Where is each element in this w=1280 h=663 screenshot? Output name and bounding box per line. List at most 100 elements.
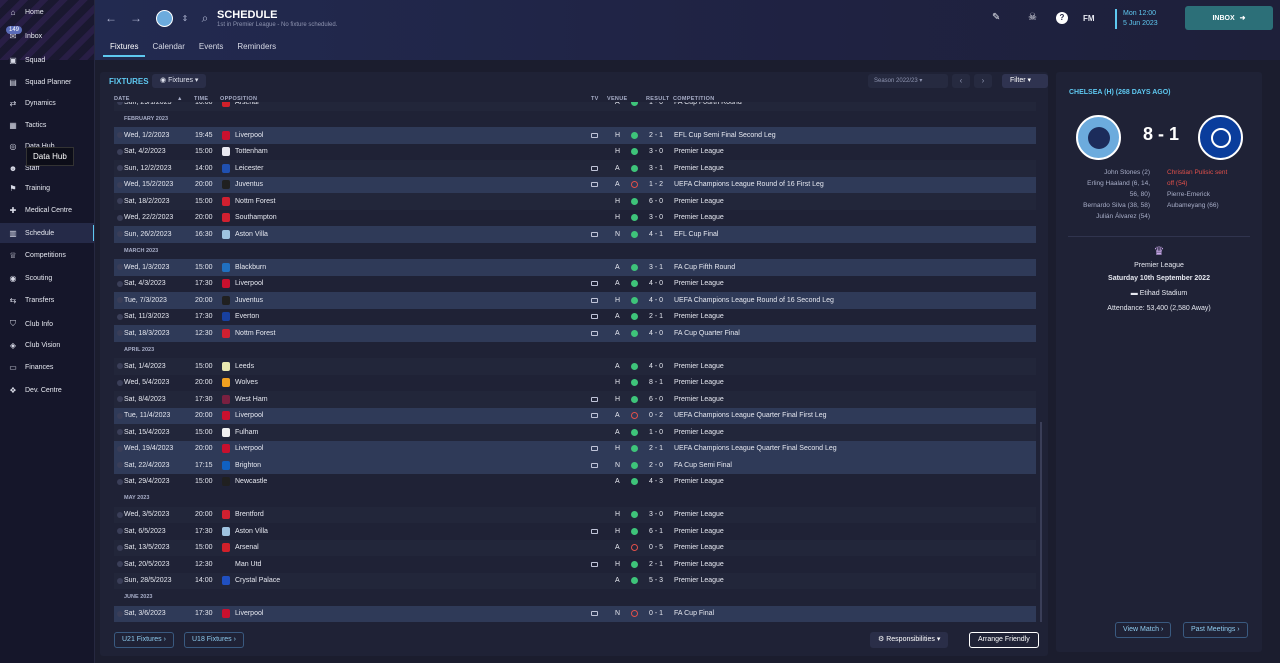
fixture-result[interactable]: 0 - 5 [649,544,663,551]
select-checkbox[interactable] [117,412,123,419]
sidebar-item-dev-centre[interactable]: ❖ Dev. Centre [0,380,94,400]
fixture-result[interactable]: 0 - 2 [649,412,663,419]
select-checkbox[interactable] [117,297,123,304]
fixture-result[interactable]: 4 - 1 [649,231,663,238]
select-checkbox[interactable] [117,264,123,271]
select-checkbox[interactable] [117,313,123,320]
select-checkbox[interactable] [117,330,123,337]
season-dropdown[interactable]: Season 2022/23 ▾ [868,74,948,88]
fixture-row[interactable]: Sat, 15/4/2023 15:00 Fulham A 1 - 0 Premier L… [114,424,1036,441]
skull-icon[interactable]: ☠ [1028,12,1037,23]
fixture-row[interactable]: Wed, 3/5/2023 20:00 Brentford H 3 - 0 Premier… [114,506,1036,523]
fixture-result[interactable]: 2 - 1 [649,313,663,320]
tab-events[interactable]: Events [192,41,230,57]
view-match-button[interactable]: View Match › [1115,622,1172,638]
opposition-name[interactable]: Aston Villa [235,528,268,535]
fixture-row[interactable]: Wed, 15/2/2023 20:00 Juventus A 1 - 2 UEFA Ch… [114,176,1036,193]
select-checkbox[interactable] [117,379,123,386]
fixture-row[interactable]: Tue, 7/3/2023 20:00 Juventus H 4 - 0 UEFA Cha… [114,292,1036,309]
fixture-row[interactable]: Wed, 1/3/2023 15:00 Blackburn A 3 - 1 FA Cup … [114,259,1036,276]
scrollbar[interactable] [1040,422,1042,622]
select-checkbox[interactable] [117,231,123,238]
select-checkbox[interactable] [117,445,123,452]
sidebar-item-squad[interactable]: ▣ Squad [0,50,94,70]
fixture-row[interactable]: Tue, 11/4/2023 20:00 Liverpool A 0 - 2 UEFA C… [114,407,1036,424]
man-city-crest-icon[interactable] [1076,115,1121,160]
opposition-name[interactable]: Nottm Forest [235,198,275,205]
fixture-result[interactable]: 1 - 0 [649,102,663,106]
fixture-result[interactable]: 4 - 0 [649,297,663,304]
edit-icon[interactable]: ✎ [992,12,1000,23]
fixture-result[interactable]: 3 - 1 [649,264,663,271]
opposition-name[interactable]: Leicester [235,165,263,172]
search-icon[interactable]: ⌕ [197,10,213,26]
select-checkbox[interactable] [117,577,123,584]
opposition-name[interactable]: Liverpool [235,412,263,419]
sidebar-item-finances[interactable]: ▭ Finances [0,357,94,377]
sidebar-item-club-vision[interactable]: ◈ Club Vision [0,335,94,355]
opposition-name[interactable]: Blackburn [235,264,266,271]
opposition-name[interactable]: Tottenham [235,148,268,155]
fixture-result[interactable]: 6 - 1 [649,528,663,535]
fixture-row[interactable]: Sat, 3/6/2023 17:30 Liverpool N 0 - 1 FA Cup … [114,605,1036,622]
fixture-row[interactable]: Sat, 20/5/2023 12:30 Man Utd H 2 - 1 Premier … [114,556,1036,573]
fm-menu[interactable]: FM [1083,14,1095,23]
sidebar-item-competitions[interactable]: ♕ Competitions [0,245,94,265]
help-icon[interactable]: ? [1056,12,1068,24]
select-checkbox[interactable] [117,528,123,535]
fixture-row[interactable]: Wed, 5/4/2023 20:00 Wolves H 8 - 1 Premier Le… [114,374,1036,391]
opposition-name[interactable]: Wolves [235,379,258,386]
fixture-row[interactable]: Sat, 8/4/2023 17:30 West Ham H 6 - 0 Premier … [114,391,1036,408]
opposition-name[interactable]: Juventus [235,297,263,304]
sidebar-item-scouting[interactable]: ◉ Scouting [0,268,94,288]
switch-club-icon[interactable]: ⇕ [177,10,193,26]
opposition-name[interactable]: Fulham [235,429,258,436]
opposition-name[interactable]: Liverpool [235,132,263,139]
opposition-name[interactable]: Nottm Forest [235,330,275,337]
next-season-button[interactable]: › [974,74,992,88]
tab-reminders[interactable]: Reminders [230,41,283,57]
view-dropdown[interactable]: ◉ Fixtures ▾ [152,74,207,88]
sidebar-item-home[interactable]: ⌂ Home [0,2,94,22]
fixture-result[interactable]: 0 - 1 [649,610,663,617]
opposition-name[interactable]: Southampton [235,214,277,221]
opposition-name[interactable]: West Ham [235,396,268,403]
select-checkbox[interactable] [117,561,123,568]
select-checkbox[interactable] [117,181,123,188]
fixture-row[interactable]: Sun, 26/2/2023 16:30 Aston Villa N 4 - 1 EFL … [114,226,1036,243]
opposition-name[interactable]: Liverpool [235,280,263,287]
u21-fixtures-button[interactable]: U21 Fixtures › [114,632,174,648]
fixture-result[interactable]: 4 - 3 [649,478,663,485]
opposition-name[interactable]: Juventus [235,181,263,188]
select-checkbox[interactable] [117,165,123,172]
opposition-name[interactable]: Everton [235,313,259,320]
fixture-row[interactable]: Sun, 28/5/2023 14:00 Crystal Palace A 5 - 3 P… [114,572,1036,589]
sidebar-item-schedule[interactable]: ▥ Schedule [0,223,94,243]
fixture-result[interactable]: 3 - 0 [649,148,663,155]
select-checkbox[interactable] [117,478,123,485]
fixture-result[interactable]: 6 - 0 [649,198,663,205]
opposition-name[interactable]: Arsenal [235,102,259,106]
select-checkbox[interactable] [117,363,123,370]
opposition-name[interactable]: Leeds [235,363,254,370]
fixture-row[interactable]: Wed, 19/4/2023 20:00 Liverpool H 2 - 1 UEFA C… [114,440,1036,457]
select-checkbox[interactable] [117,511,123,518]
fixture-result[interactable]: 3 - 1 [649,165,663,172]
select-checkbox[interactable] [117,132,123,139]
sidebar-item-club-info[interactable]: ⛉ Club Info [0,314,94,334]
chelsea-crest-icon[interactable] [1198,115,1243,160]
past-meetings-button[interactable]: Past Meetings › [1183,622,1248,638]
opposition-name[interactable]: Liverpool [235,445,263,452]
fixture-result[interactable]: 4 - 0 [649,330,663,337]
fixture-row[interactable]: Sat, 4/2/2023 15:00 Tottenham H 3 - 0 Premier… [114,143,1036,160]
fixture-result[interactable]: 2 - 1 [649,132,663,139]
fixture-row[interactable]: Sat, 13/5/2023 15:00 Arsenal A 0 - 5 Premier … [114,539,1036,556]
fixture-result[interactable]: 4 - 0 [649,363,663,370]
fixture-row[interactable]: Sat, 29/4/2023 15:00 Newcastle A 4 - 3 Premie… [114,473,1036,490]
fixture-row[interactable]: Sun, 12/2/2023 14:00 Leicester A 3 - 1 Premie… [114,160,1036,177]
opposition-name[interactable]: Arsenal [235,544,259,551]
fixture-result[interactable]: 3 - 0 [649,511,663,518]
opposition-name[interactable]: Brentford [235,511,264,518]
back-icon[interactable]: ← [103,10,119,26]
fixture-row[interactable]: Wed, 1/2/2023 19:45 Liverpool H 2 - 1 EFL Cup… [114,127,1036,144]
